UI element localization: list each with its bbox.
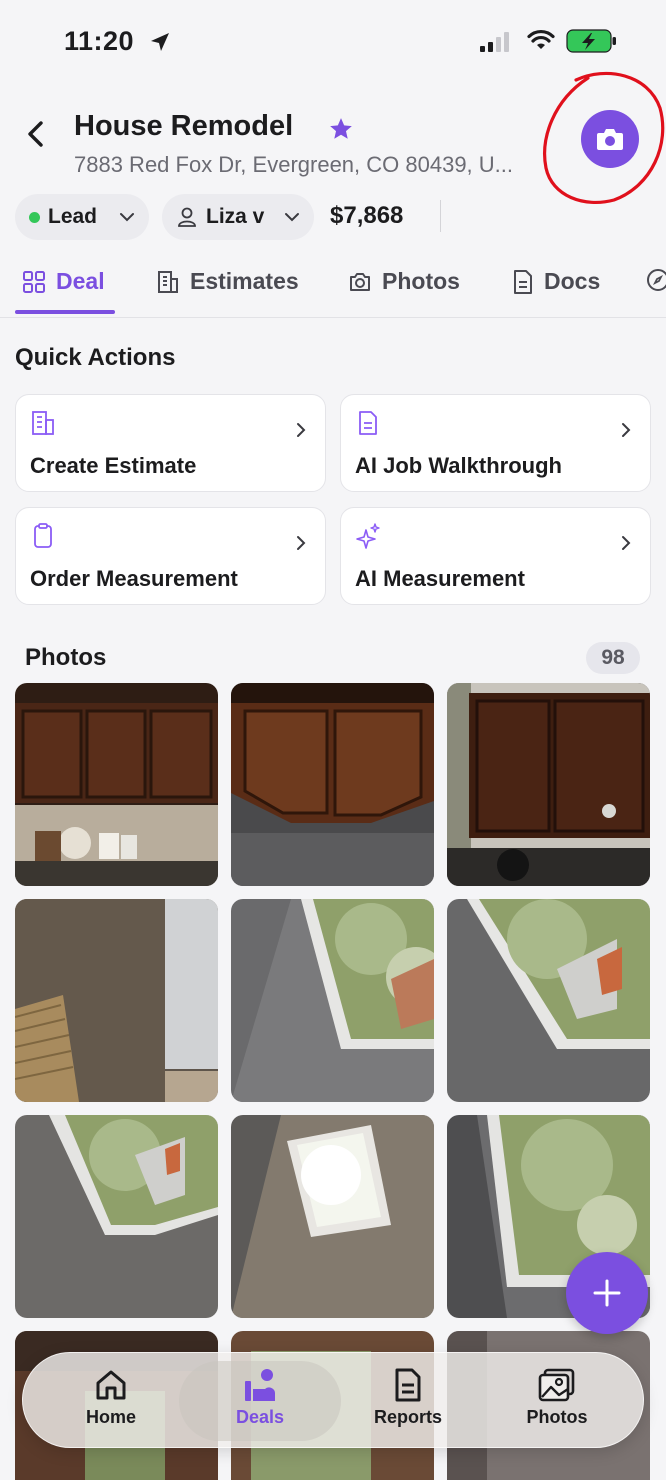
nav-reports[interactable]: Reports xyxy=(348,1367,468,1428)
bottom-nav: Home Deals Reports Photos xyxy=(22,1352,644,1448)
assignee-label: Liza v xyxy=(206,205,265,228)
tab-docs[interactable]: Docs xyxy=(512,268,600,295)
action-label: Order Measurement xyxy=(30,566,238,591)
photos-count-badge: 98 xyxy=(586,642,640,674)
building-icon xyxy=(32,411,54,435)
photo-thumbnail[interactable] xyxy=(15,683,218,886)
chevron-right-icon xyxy=(297,536,306,550)
tab-estimates[interactable]: Estimates xyxy=(156,268,299,295)
add-button[interactable] xyxy=(566,1252,648,1334)
nav-label: Deals xyxy=(235,1407,285,1427)
gallery-icon xyxy=(538,1368,575,1402)
nav-label: Home xyxy=(85,1407,136,1427)
battery-charging-icon xyxy=(566,29,616,53)
tab-bar: Deal Estimates Photos Docs xyxy=(0,262,666,318)
wifi-icon xyxy=(527,29,555,49)
chevron-right-icon xyxy=(297,423,306,437)
chevron-right-icon xyxy=(622,423,631,437)
grid-icon xyxy=(23,270,45,293)
address-text: 7883 Red Fox Dr, Evergreen, CO 80439, U.… xyxy=(74,152,514,177)
status-label: Lead xyxy=(48,205,98,228)
assignee-dropdown[interactable]: Liza v xyxy=(162,194,314,240)
nav-label: Photos xyxy=(526,1407,588,1427)
tab-label: Estimates xyxy=(190,268,299,294)
home-icon xyxy=(96,1370,126,1400)
clipboard-icon xyxy=(34,523,52,548)
cellular-signal-icon xyxy=(480,32,509,52)
photo-thumbnail[interactable] xyxy=(15,1115,218,1318)
document-icon xyxy=(359,411,377,435)
create-estimate-card[interactable]: Create Estimate xyxy=(15,394,326,492)
status-dot xyxy=(29,211,40,223)
camera-icon xyxy=(350,272,370,291)
building-icon xyxy=(158,270,178,293)
active-tab-indicator xyxy=(15,310,115,314)
person-icon xyxy=(178,207,196,227)
photo-thumbnail[interactable] xyxy=(231,1115,434,1318)
status-time: 11:20 xyxy=(64,26,135,56)
status-dropdown[interactable]: Lead xyxy=(15,194,149,240)
chevron-right-icon xyxy=(622,536,631,550)
deal-price: $7,868 xyxy=(330,202,404,229)
order-measurement-card[interactable]: Order Measurement xyxy=(15,507,326,605)
location-arrow-icon xyxy=(151,33,169,51)
tab-deal[interactable]: Deal xyxy=(22,268,105,295)
plus-icon xyxy=(593,1279,621,1307)
ai-job-walkthrough-card[interactable]: AI Job Walkthrough xyxy=(340,394,651,492)
tab-label: Deal xyxy=(56,268,105,294)
photo-thumbnail[interactable] xyxy=(15,899,218,1102)
nav-deals[interactable]: Deals xyxy=(200,1367,320,1428)
tab-label: Photos xyxy=(382,268,460,294)
photos-title: Photos xyxy=(25,644,107,671)
tab-photos[interactable]: Photos xyxy=(348,268,460,295)
divider xyxy=(440,200,441,232)
page-title: House Remodel xyxy=(74,110,294,142)
sparkles-icon xyxy=(356,523,380,549)
photo-thumbnail[interactable] xyxy=(231,899,434,1102)
star-icon[interactable] xyxy=(328,116,354,142)
action-label: AI Measurement xyxy=(355,566,525,591)
chevron-down-icon xyxy=(120,213,134,222)
nav-label: Reports xyxy=(373,1407,442,1427)
photo-thumbnail[interactable] xyxy=(447,899,650,1102)
tab-label: Docs xyxy=(544,268,601,294)
document-icon xyxy=(514,269,532,294)
back-chevron-icon[interactable] xyxy=(22,118,50,150)
compass-icon xyxy=(647,269,666,291)
ai-measurement-card[interactable]: AI Measurement xyxy=(340,507,651,605)
photo-thumbnail[interactable] xyxy=(231,683,434,886)
tab-more[interactable] xyxy=(646,268,666,292)
action-label: AI Job Walkthrough xyxy=(355,453,562,478)
nav-home[interactable]: Home xyxy=(51,1367,171,1428)
deals-icon xyxy=(245,1369,275,1401)
action-label: Create Estimate xyxy=(30,453,197,478)
chevron-down-icon xyxy=(285,213,299,222)
photo-thumbnail[interactable] xyxy=(447,683,650,886)
quick-actions-title: Quick Actions xyxy=(15,344,176,371)
report-icon xyxy=(395,1368,421,1402)
red-circle-annotation xyxy=(543,71,665,205)
nav-photos[interactable]: Photos xyxy=(497,1367,617,1428)
